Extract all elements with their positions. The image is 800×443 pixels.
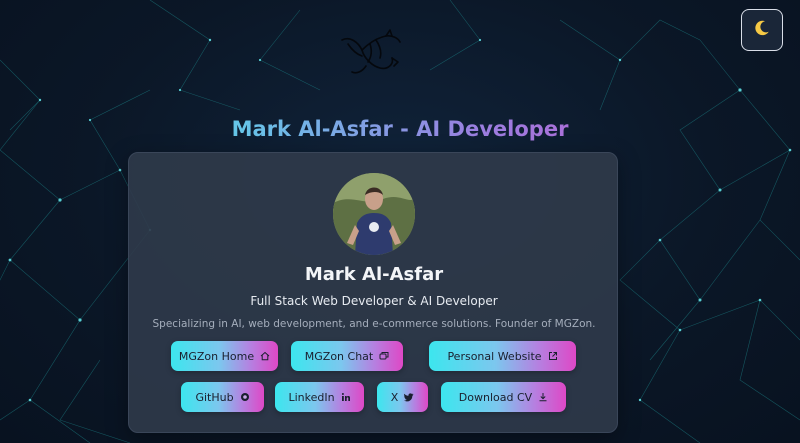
- page-title: Mark Al-Asfar - AI Developer: [0, 114, 800, 144]
- profile-card: Mark Al-Asfar Full Stack Web Developer &…: [128, 152, 618, 433]
- page-background: Mark Al-Asfar - AI Developer Mark Al-Asf…: [0, 0, 800, 443]
- mgzon-home-label: MGZon Home: [178, 349, 255, 363]
- github-button[interactable]: GitHub: [181, 382, 264, 412]
- linkedin-label: LinkedIn: [288, 390, 335, 404]
- personal-website-label: Personal Website: [447, 349, 542, 363]
- download-icon: [538, 392, 548, 402]
- x-button[interactable]: X: [377, 382, 428, 412]
- profile-name: Mark Al-Asfar: [304, 264, 444, 285]
- home-icon: [260, 351, 270, 361]
- x-label: X: [390, 390, 399, 404]
- download-cv-label: Download CV: [458, 390, 533, 404]
- chat-icon: [379, 351, 389, 361]
- dragon-logo-icon[interactable]: [336, 28, 404, 78]
- avatar: [333, 173, 415, 255]
- personal-website-button[interactable]: Personal Website: [429, 341, 576, 371]
- linkedin-button[interactable]: LinkedIn: [275, 382, 364, 412]
- external-link-icon: [548, 351, 558, 361]
- github-label: GitHub: [195, 390, 234, 404]
- download-cv-button[interactable]: Download CV: [441, 382, 566, 412]
- moon-icon: [753, 19, 771, 41]
- mgzon-chat-label: MGZon Chat: [304, 349, 374, 363]
- profile-role: Full Stack Web Developer & AI Developer: [250, 294, 498, 308]
- mgzon-chat-button[interactable]: MGZon Chat: [291, 341, 403, 371]
- github-icon: [240, 392, 250, 402]
- linkedin-icon: [341, 392, 351, 402]
- mgzon-home-button[interactable]: MGZon Home: [171, 341, 278, 371]
- twitter-icon: [404, 392, 414, 402]
- theme-toggle-button[interactable]: [741, 9, 783, 51]
- profile-bio: Specializing in AI, web development, and…: [152, 318, 596, 330]
